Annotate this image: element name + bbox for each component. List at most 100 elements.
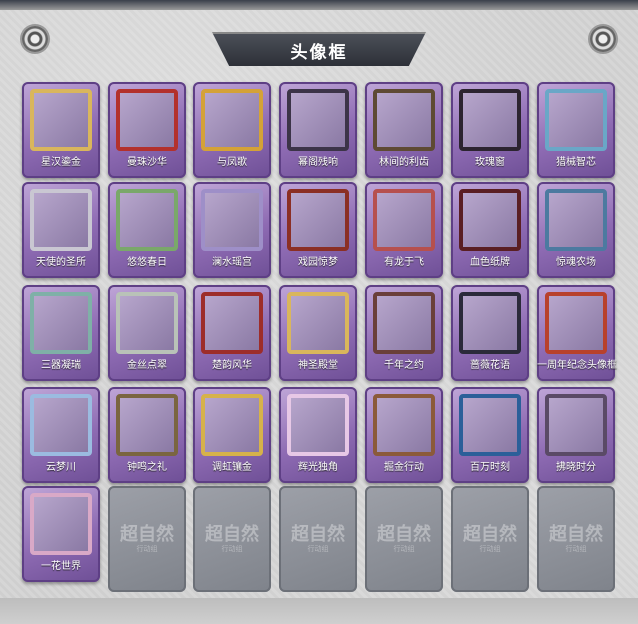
- avatar-frame-card[interactable]: 星汉鎏金: [22, 82, 100, 178]
- avatar-frame-card[interactable]: 千年之约: [365, 285, 443, 381]
- slot-watermark-sub: 行动组: [136, 545, 158, 553]
- avatar-frame-card[interactable]: 有龙于飞: [365, 182, 443, 278]
- avatar-frame-label: 与凤歌: [217, 157, 247, 168]
- avatar-frame-label: 一周年纪念头像框: [537, 360, 617, 371]
- slot-watermark-sub: 行动组: [479, 545, 501, 553]
- avatar-frame-label: 幂阁残响: [298, 157, 338, 168]
- avatar-frame-card[interactable]: 楚韵风华: [193, 285, 271, 381]
- avatar-frame-card[interactable]: 辉光独角: [279, 387, 357, 483]
- avatar-frame-card[interactable]: 林间的利齿: [365, 82, 443, 178]
- avatar-frame-label: 云梦川: [46, 462, 76, 473]
- avatar-frame-preview: [287, 292, 349, 354]
- avatar-frame-label: 星汉鎏金: [41, 157, 81, 168]
- avatar-frame-preview: [287, 189, 349, 251]
- avatar-frame-card[interactable]: 蔷薇花语: [451, 285, 529, 381]
- avatar-frame-label: 一花世界: [41, 561, 81, 572]
- avatar-frame-card[interactable]: 悠悠春日: [108, 182, 186, 278]
- avatar-frame-card[interactable]: 玫瑰窗: [451, 82, 529, 178]
- avatar-frame-card[interactable]: 曼珠沙华: [108, 82, 186, 178]
- empty-frame-slot: 超自然 行动组: [108, 486, 186, 592]
- avatar-frame-preview: [201, 89, 263, 151]
- avatar-frame-label: 神圣殿堂: [298, 360, 338, 371]
- avatar-frame-card[interactable]: 幂阁残响: [279, 82, 357, 178]
- avatar-frame-card[interactable]: 调虹镶金: [193, 387, 271, 483]
- avatar-frame-preview: [116, 89, 178, 151]
- avatar-frame-label: 千年之约: [384, 360, 424, 371]
- avatar-frame-label: 玫瑰窗: [475, 157, 505, 168]
- avatar-frame-label: 楚韵风华: [212, 360, 252, 371]
- slot-watermark-sub: 行动组: [393, 545, 415, 553]
- avatar-frame-preview: [287, 394, 349, 456]
- avatar-frame-label: 戏园惊梦: [298, 257, 338, 268]
- avatar-frame-card[interactable]: 惊魂农场: [537, 182, 615, 278]
- avatar-frame-card[interactable]: 一周年纪念头像框: [537, 285, 617, 381]
- avatar-frame-preview: [30, 292, 92, 354]
- avatar-frame-label: 澜水瑶宫: [212, 257, 252, 268]
- avatar-frame-card[interactable]: 三器凝瑞: [22, 285, 100, 381]
- bottom-border: [0, 598, 638, 624]
- avatar-frame-card[interactable]: 一花世界: [22, 486, 100, 582]
- slot-watermark: 超自然: [549, 524, 603, 545]
- avatar-frame-card[interactable]: 戏园惊梦: [279, 182, 357, 278]
- title-bar: 头像框: [212, 32, 426, 66]
- avatar-frame-preview: [201, 292, 263, 354]
- avatar-frame-label: 钟鸣之礼: [127, 462, 167, 473]
- empty-frame-slot: 超自然 行动组: [193, 486, 271, 592]
- avatar-frame-card[interactable]: 拂晓时分: [537, 387, 615, 483]
- avatar-frame-card[interactable]: 与凤歌: [193, 82, 271, 178]
- avatar-frame-preview: [373, 292, 435, 354]
- avatar-frame-preview: [459, 292, 521, 354]
- avatar-frame-card[interactable]: 钟鸣之礼: [108, 387, 186, 483]
- avatar-frame-card[interactable]: 云梦川: [22, 387, 100, 483]
- avatar-frame-preview: [116, 292, 178, 354]
- avatar-frame-label: 蔷薇花语: [470, 360, 510, 371]
- avatar-frame-preview: [116, 189, 178, 251]
- avatar-frame-card[interactable]: 金丝点翠: [108, 285, 186, 381]
- avatar-frame-card[interactable]: 天使的圣所: [22, 182, 100, 278]
- slot-watermark-sub: 行动组: [565, 545, 587, 553]
- empty-frame-slot: 超自然 行动组: [451, 486, 529, 592]
- avatar-frame-preview: [30, 493, 92, 555]
- slot-watermark: 超自然: [463, 524, 517, 545]
- avatar-frame-card[interactable]: 血色纸牌: [451, 182, 529, 278]
- avatar-frame-label: 百万时刻: [470, 462, 510, 473]
- avatar-frame-preview: [30, 394, 92, 456]
- avatar-frame-preview: [459, 394, 521, 456]
- slot-watermark: 超自然: [120, 524, 174, 545]
- avatar-frame-preview: [201, 394, 263, 456]
- avatar-frame-label: 拂晓时分: [556, 462, 596, 473]
- avatar-frame-preview: [459, 189, 521, 251]
- avatar-frame-label: 血色纸牌: [470, 257, 510, 268]
- avatar-frame-label: 辉光独角: [298, 462, 338, 473]
- slot-watermark: 超自然: [291, 524, 345, 545]
- gear-icon[interactable]: [22, 26, 48, 52]
- slot-watermark-sub: 行动组: [307, 545, 329, 553]
- avatar-frame-preview: [459, 89, 521, 151]
- avatar-frame-label: 有龙于飞: [384, 257, 424, 268]
- avatar-frame-card[interactable]: 掘金行动: [365, 387, 443, 483]
- avatar-frame-label: 三器凝瑞: [41, 360, 81, 371]
- avatar-frame-preview: [373, 89, 435, 151]
- avatar-frame-card[interactable]: 猎械智芯: [537, 82, 615, 178]
- avatar-frame-label: 金丝点翠: [127, 360, 167, 371]
- gear-icon[interactable]: [590, 26, 616, 52]
- slot-watermark: 超自然: [205, 524, 259, 545]
- empty-frame-slot: 超自然 行动组: [365, 486, 443, 592]
- avatar-frame-preview: [373, 189, 435, 251]
- avatar-frame-preview: [545, 189, 607, 251]
- avatar-frame-preview: [545, 394, 607, 456]
- avatar-frame-preview: [30, 189, 92, 251]
- avatar-frame-label: 曼珠沙华: [127, 157, 167, 168]
- slot-watermark: 超自然: [377, 524, 431, 545]
- avatar-frame-preview: [201, 189, 263, 251]
- avatar-frame-label: 林间的利齿: [379, 157, 429, 168]
- avatar-frame-card[interactable]: 神圣殿堂: [279, 285, 357, 381]
- avatar-frame-card[interactable]: 澜水瑶宫: [193, 182, 271, 278]
- empty-frame-slot: 超自然 行动组: [537, 486, 615, 592]
- avatar-frame-preview: [30, 89, 92, 151]
- avatar-frame-preview: [545, 292, 607, 354]
- frame-collection-panel: 头像框 星汉鎏金 曼珠沙华 与凤歌 幂阁残响 林间的利齿 玫瑰窗 猎械智芯天使的圣所 悠悠春日…: [0, 0, 638, 624]
- avatar-frame-card[interactable]: 百万时刻: [451, 387, 529, 483]
- avatar-frame-label: 掘金行动: [384, 462, 424, 473]
- avatar-frame-label: 悠悠春日: [127, 257, 167, 268]
